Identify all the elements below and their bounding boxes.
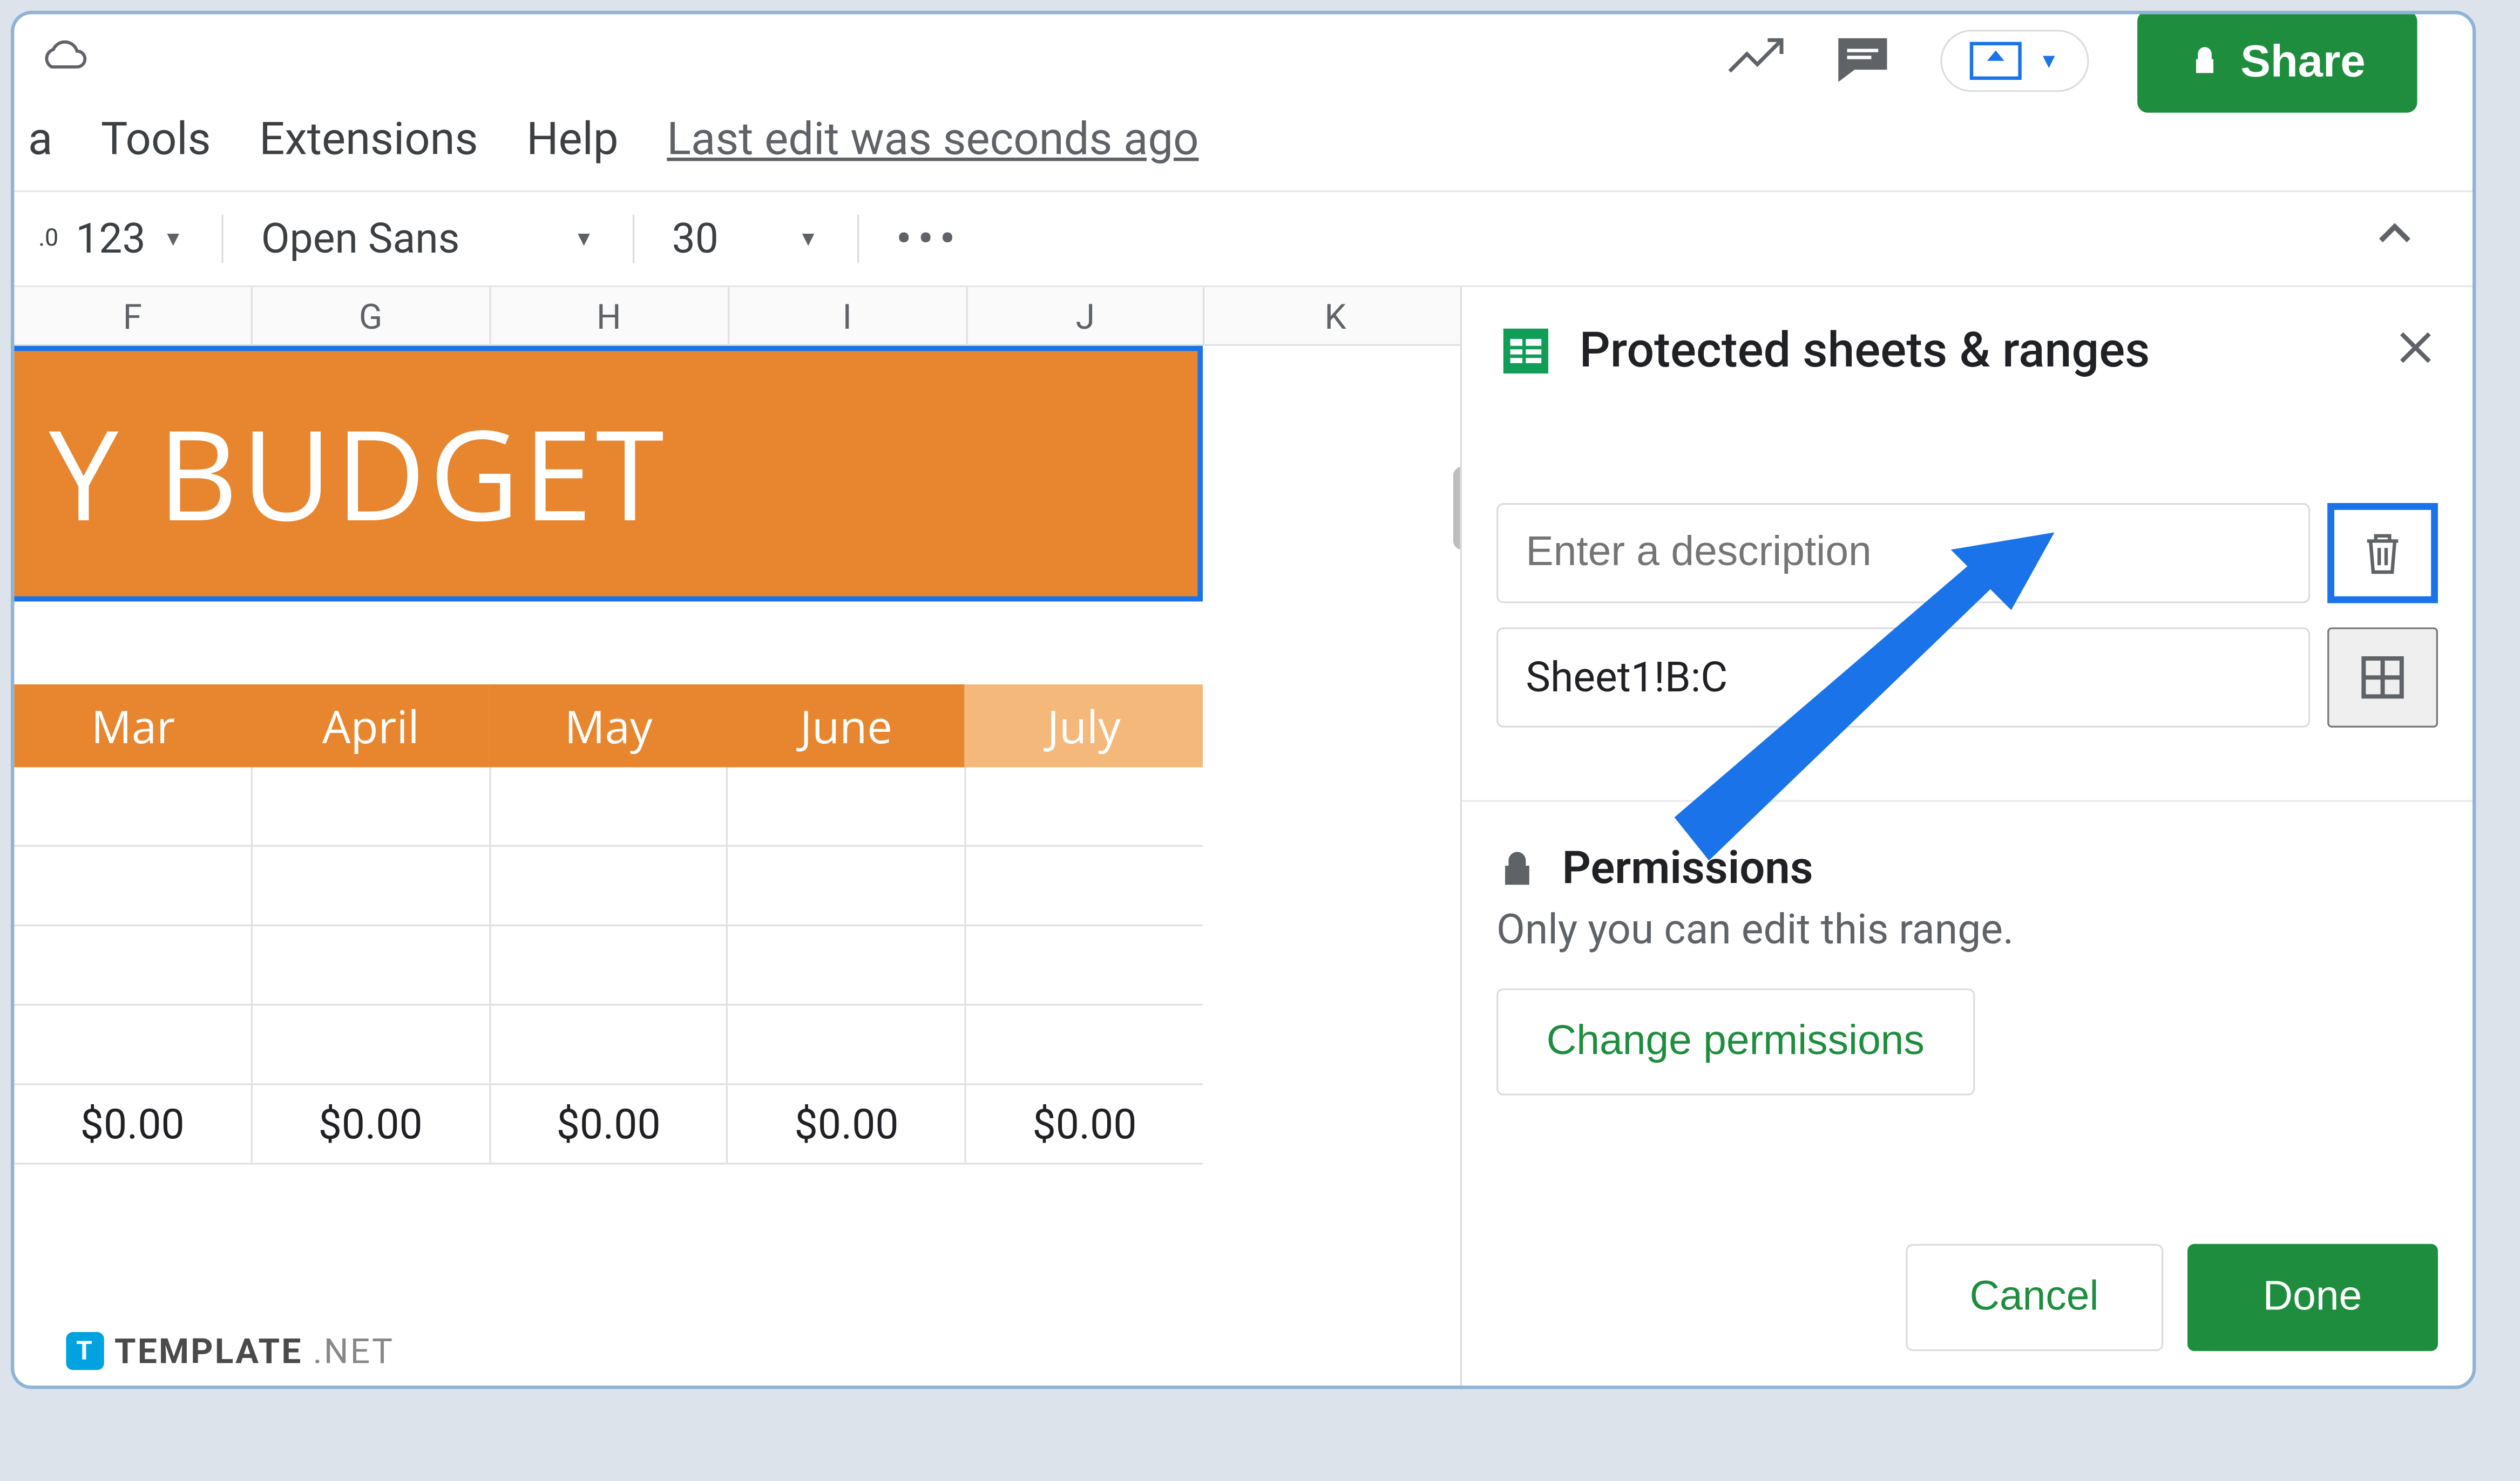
col-header[interactable]: J	[967, 287, 1205, 344]
spreadsheet-area[interactable]: F G H I J K Y BUDGET Mar April May June …	[14, 287, 1460, 1385]
delete-protection-button[interactable]	[2327, 503, 2438, 603]
lock-icon	[1496, 848, 1538, 890]
caret-down-icon: ▼	[798, 227, 818, 251]
watermark-tld: .NET	[313, 1330, 395, 1372]
total-cell[interactable]: $0.00	[490, 1085, 728, 1163]
present-dropdown[interactable]: ▼	[1940, 30, 2089, 92]
watermark: T TEMPLATE.NET	[66, 1330, 394, 1372]
lock-icon	[2189, 45, 2220, 77]
grid-icon	[2359, 653, 2407, 702]
more-toolbar-icon[interactable]: •••	[896, 215, 961, 263]
last-edit-link[interactable]: Last edit was seconds ago	[667, 107, 1198, 173]
permissions-title: Permissions	[1562, 843, 1813, 895]
total-cell[interactable]: $0.00	[728, 1085, 966, 1163]
col-header[interactable]: H	[491, 287, 729, 344]
description-input[interactable]	[1496, 503, 2310, 603]
cancel-button[interactable]: Cancel	[1906, 1244, 2163, 1351]
cloud-saved-icon	[38, 38, 90, 83]
empty-rows	[14, 767, 1203, 1085]
caret-down-icon: ▼	[163, 227, 184, 251]
range-input[interactable]: Sheet1!B:C	[1496, 627, 2310, 728]
comment-history-icon[interactable]	[1833, 33, 1892, 89]
watermark-brand: TEMPLATE	[114, 1330, 303, 1372]
change-permissions-button[interactable]: Change permissions	[1496, 988, 1975, 1095]
permissions-subtitle: Only you can edit this range.	[1496, 906, 2438, 954]
months-header-row: Mar April May June July	[14, 684, 1203, 767]
caret-down-icon: ▼	[574, 227, 594, 251]
month-cell[interactable]: June	[727, 684, 965, 767]
done-button[interactable]: Done	[2187, 1244, 2438, 1351]
total-cell[interactable]: $0.00	[966, 1085, 1203, 1163]
number-format-value: 123	[76, 215, 146, 263]
total-cell[interactable]: $0.00	[252, 1085, 490, 1163]
share-button[interactable]: Share	[2137, 11, 2417, 112]
col-header[interactable]: K	[1205, 287, 1460, 344]
scrollbar[interactable]	[1453, 467, 1460, 550]
budget-banner-cell[interactable]: Y BUDGET	[14, 346, 1203, 602]
title-bar: ▼ Share	[14, 14, 2472, 107]
trend-icon[interactable]	[1726, 33, 1785, 89]
toolbar-separator	[221, 215, 223, 263]
menu-extensions[interactable]: Extensions	[259, 107, 478, 173]
col-header[interactable]: I	[729, 287, 967, 344]
month-cell[interactable]: July	[965, 684, 1203, 767]
col-header[interactable]: F	[14, 287, 252, 344]
column-headers: F G H I J K	[14, 287, 1460, 346]
trash-icon	[2360, 529, 2405, 578]
totals-row: $0.00 $0.00 $0.00 $0.00 $0.00	[14, 1085, 1203, 1164]
panel-title: Protected sheets & ranges	[1580, 322, 2369, 379]
menu-tools[interactable]: Tools	[101, 107, 211, 173]
col-header[interactable]: G	[253, 287, 491, 344]
total-cell[interactable]: $0.00	[14, 1085, 252, 1163]
share-label: Share	[2240, 34, 2365, 87]
menu-help[interactable]: Help	[526, 107, 618, 173]
font-size-value: 30	[672, 215, 719, 263]
font-name: Open Sans	[261, 215, 460, 263]
month-cell[interactable]: May	[490, 684, 727, 767]
month-cell[interactable]: April	[252, 684, 490, 767]
font-selector[interactable]: Open Sans ▼	[261, 215, 594, 263]
template-badge-icon: T	[66, 1332, 104, 1370]
month-cell[interactable]: Mar	[14, 684, 252, 767]
menu-data-cut[interactable]: a	[28, 107, 52, 173]
decimal-icon: .0	[38, 225, 58, 253]
collapse-toolbar-icon[interactable]	[2376, 215, 2414, 263]
protected-ranges-panel: Protected sheets & ranges Sheet1!B:C	[1460, 287, 2472, 1385]
sheets-icon	[1500, 324, 1552, 376]
select-range-button[interactable]	[2327, 627, 2438, 728]
menu-bar: a Tools Extensions Help Last edit was se…	[14, 107, 2472, 191]
present-icon	[1969, 42, 2021, 80]
close-panel-button[interactable]	[2396, 328, 2434, 372]
caret-down-icon: ▼	[2038, 49, 2059, 73]
toolbar-separator	[632, 215, 634, 263]
font-size-selector[interactable]: 30 ▼	[672, 215, 819, 263]
number-format-selector[interactable]: .0 123 ▼	[38, 215, 184, 263]
app-frame: ▼ Share a Tools Extensions Help Last edi…	[11, 11, 2476, 1389]
toolbar-separator	[857, 215, 858, 263]
toolbar: .0 123 ▼ Open Sans ▼ 30 ▼ •••	[14, 191, 2472, 287]
